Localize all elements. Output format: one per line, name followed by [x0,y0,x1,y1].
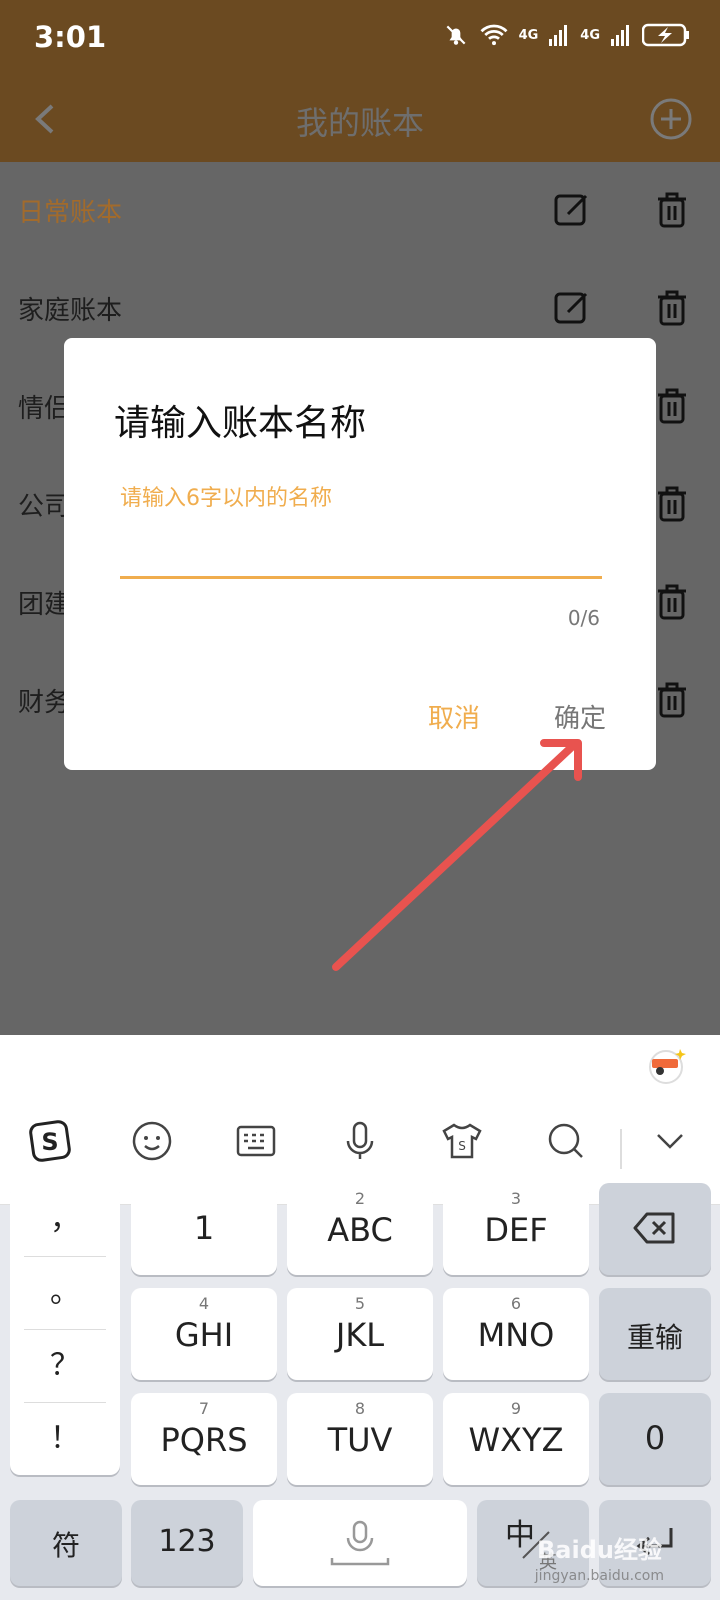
reenter-key[interactable]: 重输 [599,1288,711,1380]
edit-icon[interactable] [550,188,594,232]
key-3[interactable]: 3 DEF [443,1183,589,1275]
skin-shirt-icon[interactable]: S [438,1117,486,1165]
trash-icon[interactable] [650,286,694,330]
key-number: 3 [510,1189,522,1208]
name-input-dialog: 请输入账本名称 0/6 取消 确定 [64,338,656,770]
battery-charging-icon [642,23,689,47]
watermark-logo: Baidu经验 [537,1536,662,1564]
key-label: ABC [327,1211,393,1249]
key-number: 2 [354,1189,366,1208]
signal-2-icon [611,25,629,46]
backspace-icon [633,1212,675,1244]
key-label: TUV [327,1421,393,1459]
status-time: 3:01 [34,20,107,54]
book-label: 情侣 [18,394,71,424]
backspace-key[interactable] [599,1183,711,1275]
key-number: 5 [354,1294,366,1313]
mute-bell-icon [446,25,465,45]
trash-icon[interactable] [650,384,694,428]
key-label: JKL [335,1316,385,1354]
key-number: 8 [354,1399,366,1418]
watermark-url: jingyan.baidu.com [534,1568,664,1584]
punctuation-key[interactable]: ， [10,1183,120,1256]
symbols-key[interactable]: 符 [10,1500,122,1586]
book-name-input[interactable] [120,468,602,528]
nav-bar: 我的账本 [0,80,720,162]
status-icons: 4G 4G [443,22,690,48]
dialog-title: 请输入账本名称 [114,403,367,444]
trash-icon[interactable] [650,678,694,722]
key-9[interactable]: 9 WXYZ [443,1393,589,1485]
key-number: 4 [198,1294,210,1313]
key-0[interactable]: 0 [599,1393,711,1485]
microphone-icon[interactable] [336,1117,384,1165]
key-number: 6 [510,1294,522,1313]
numbers-key[interactable]: 123 [131,1500,243,1586]
key-label: 123 [158,1524,216,1559]
wifi-icon [480,24,508,46]
trash-icon[interactable] [650,580,694,624]
cancel-button[interactable]: 取消 [428,698,480,735]
key-label: PQRS [160,1421,248,1459]
trash-icon[interactable] [650,188,694,232]
key-label: 符 [51,1529,80,1562]
svg-text:S: S [41,1128,58,1156]
key-8[interactable]: 8 TUV [287,1393,433,1485]
emoji-icon[interactable] [128,1117,176,1165]
key-2[interactable]: 2 ABC [287,1183,433,1275]
key-1[interactable]: 1 [131,1183,277,1275]
status-bar: 3:01 4G 4G [0,0,720,80]
signal-1-icon [549,25,568,46]
key-label: WXYZ [468,1421,564,1459]
key-5[interactable]: 5 JKL [287,1288,433,1380]
book-label: 团建 [18,590,71,620]
signal-2-label: 4G [580,27,600,43]
edit-icon[interactable] [550,286,594,330]
key-6[interactable]: 6 MNO [443,1288,589,1380]
key-label: DEF [484,1211,548,1249]
input-underline [120,576,602,579]
key-label: 重输 [626,1321,683,1354]
punctuation-key[interactable]: 。 [10,1256,120,1329]
keyboard-top-strip [0,1035,720,1089]
punctuation-column: ， 。 ？ ！ [10,1183,120,1475]
char-counter: 0/6 [567,606,600,630]
add-circle-icon[interactable] [646,94,696,144]
book-label: 公司 [18,492,71,522]
keyboard-layout-icon[interactable] [232,1117,280,1165]
book-label: 家庭账本 [18,296,123,326]
book-label: 日常账本 [18,198,123,228]
confirm-button[interactable]: 确定 [554,698,606,735]
key-label: MNO [477,1316,555,1354]
sogou-logo-icon[interactable]: S [26,1117,74,1165]
trash-icon[interactable] [650,482,694,526]
chevron-down-icon[interactable] [646,1117,694,1165]
space-mic-icon [330,1520,390,1566]
key-label: GHI [174,1316,234,1354]
key-label: 1 [193,1209,215,1247]
book-row[interactable]: 日常账本 [0,162,720,262]
key-number: 9 [510,1399,522,1418]
svg-text:S: S [458,1139,466,1153]
key-label: 0 [644,1419,666,1457]
key-4[interactable]: 4 GHI [131,1288,277,1380]
signal-1-label: 4G [518,27,539,43]
page-title: 我的账本 [295,104,424,142]
mascot-icon[interactable] [646,1045,686,1085]
key-7[interactable]: 7 PQRS [131,1393,277,1485]
punctuation-key[interactable]: ？ [10,1329,120,1402]
toolbar-divider [620,1129,622,1169]
search-icon[interactable] [542,1117,590,1165]
key-number: 7 [198,1399,210,1418]
book-label: 财务 [18,688,71,718]
punctuation-key[interactable]: ！ [10,1402,120,1475]
space-key[interactable] [253,1500,467,1586]
